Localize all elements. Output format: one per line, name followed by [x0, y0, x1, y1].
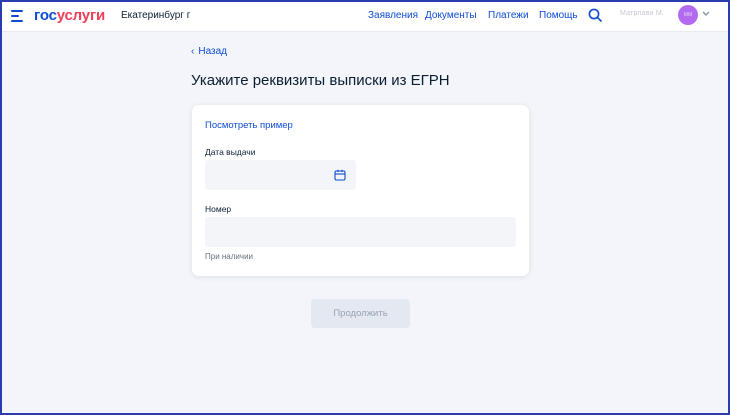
chevron-down-icon[interactable] — [702, 11, 710, 17]
nav-help[interactable]: Помощь — [539, 10, 578, 21]
menu-icon[interactable] — [11, 10, 23, 22]
user-name[interactable]: Матрлави М. — [620, 10, 664, 17]
logo-part-gos: гос — [34, 7, 57, 24]
top-bar: госуслуги Екатеринбург г Заявления Докум… — [2, 2, 728, 32]
calendar-icon[interactable] — [334, 169, 346, 181]
continue-button[interactable]: Продолжить — [311, 299, 410, 328]
number-input[interactable] — [205, 217, 516, 247]
search-icon[interactable] — [588, 8, 602, 22]
city-selector[interactable]: Екатеринбург г — [121, 10, 190, 21]
avatar[interactable]: ММ — [678, 5, 698, 25]
number-hint: При наличии — [205, 252, 253, 261]
date-label: Дата выдачи — [205, 147, 256, 157]
view-sample-link[interactable]: Посмотреть пример — [205, 120, 293, 131]
nav-payments[interactable]: Платежи — [488, 10, 529, 21]
back-link[interactable]: ‹ Назад — [191, 46, 227, 57]
form-card: Посмотреть пример Дата выдачи Номер При … — [192, 105, 529, 276]
logo-part-uslugi: услуги — [56, 7, 106, 24]
back-link-label: Назад — [198, 46, 227, 57]
number-label: Номер — [205, 204, 232, 214]
nav-documents[interactable]: Документы — [425, 10, 477, 21]
gosuslugi-logo[interactable]: госуслуги — [34, 7, 105, 24]
page-frame: госуслуги Екатеринбург г Заявления Докум… — [0, 0, 730, 415]
page-title: Укажите реквизиты выписки из ЕГРН — [191, 72, 450, 89]
nav-applications[interactable]: Заявления — [368, 10, 418, 21]
chevron-left-icon: ‹ — [191, 46, 195, 57]
